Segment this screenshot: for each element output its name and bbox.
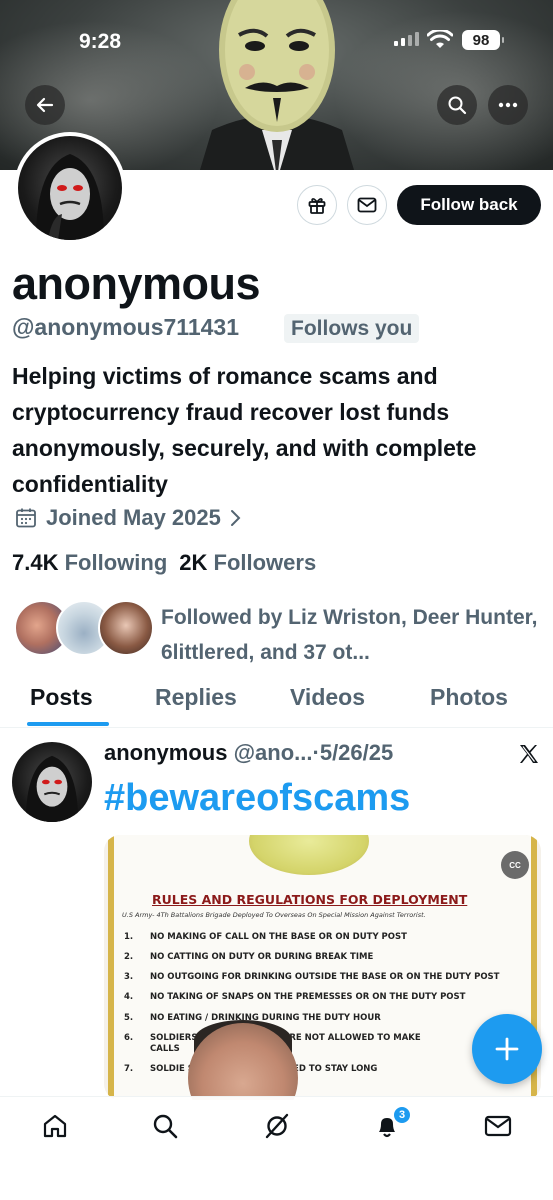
search-icon (448, 96, 467, 115)
media-document-subtitle: U.S Army- 4Th Battalions Brigade Deploye… (122, 911, 426, 919)
profile-tabs: Posts Replies Videos Photos (0, 678, 553, 728)
closed-captions-button[interactable]: CC (501, 851, 529, 879)
profile-avatar[interactable] (14, 132, 126, 244)
joined-date[interactable]: Joined May 2025 (14, 505, 241, 531)
following-label: Following (64, 550, 168, 575)
subscribe-gift-button[interactable] (297, 185, 337, 225)
followers-link[interactable]: 2K Followers (179, 550, 316, 576)
follow-back-button[interactable]: Follow back (397, 185, 541, 225)
post-header: anonymous @ano...·5/26/25 (104, 740, 393, 766)
envelope-icon (357, 197, 377, 213)
hooded-mask-avatar-image (18, 136, 122, 240)
back-button[interactable] (25, 85, 65, 125)
rule-line: 4. NO TAKING OF SNAPS ON THE PREMESSES OR… (124, 992, 466, 1002)
plus-icon (495, 1037, 519, 1061)
follows-you-badge: Follows you (284, 314, 420, 343)
post-separator: · (312, 740, 320, 765)
nav-home[interactable] (40, 1111, 70, 1141)
active-tab-indicator (27, 722, 109, 726)
cellular-signal-icon (394, 32, 419, 46)
post-author-handle[interactable]: @ano... (234, 740, 313, 765)
more-horizontal-icon (498, 102, 518, 108)
search-icon (153, 1114, 178, 1139)
post-author-avatar[interactable] (12, 742, 92, 822)
mutual-avatar (98, 600, 154, 656)
profile-bio: Helping victims of romance scams and cry… (12, 363, 477, 497)
calendar-icon (16, 508, 36, 528)
followers-count: 2K (179, 550, 208, 575)
notifications-badge: 3 (393, 1106, 411, 1124)
profile-handle: @anonymous711431 (12, 314, 239, 340)
followed-by-text: Followed by Liz Wriston, Deer Hunter, 6l… (161, 606, 538, 664)
joined-label: Joined May 2025 (46, 505, 221, 530)
message-button[interactable] (347, 185, 387, 225)
post-author-name[interactable]: anonymous (104, 740, 227, 765)
search-button[interactable] (437, 85, 477, 125)
nav-search[interactable] (150, 1111, 180, 1141)
envelope-icon (484, 1115, 512, 1137)
more-options-button[interactable] (488, 85, 528, 125)
post-hashtag[interactable]: #bewareofscams (104, 777, 410, 820)
battery-icon: 98 (462, 30, 504, 50)
arrow-left-icon (36, 97, 54, 113)
followed-by-row[interactable]: Followed by Liz Wriston, Deer Hunter, 6l… (14, 600, 544, 664)
chevron-right-icon (230, 510, 241, 526)
profile-name: anonymous (12, 258, 261, 309)
following-count: 7.4K (12, 550, 59, 575)
nav-messages[interactable] (483, 1111, 513, 1141)
compose-post-button[interactable] (472, 1014, 542, 1084)
home-icon (43, 1114, 67, 1138)
gift-icon (308, 198, 326, 214)
grok-icon (265, 1113, 289, 1139)
document-frame (108, 835, 537, 1100)
follow-counts: 7.4K Following 2K Followers (12, 550, 316, 576)
tab-videos[interactable]: Videos (290, 684, 365, 711)
wifi-icon (427, 30, 453, 48)
media-document-title: RULES AND REGULATIONS FOR DEPLOYMENT (152, 892, 468, 907)
rule-line: 1. NO MAKING OF CALL ON THE BASE OR ON DU… (124, 932, 407, 942)
rule-line: 3. NO OUTGOING FOR DRINKING OUTSIDE THE B… (124, 972, 500, 982)
followers-label: Followers (213, 550, 317, 575)
post-date[interactable]: 5/26/25 (320, 740, 393, 765)
battery-level: 98 (472, 31, 490, 49)
following-link[interactable]: 7.4K Following (12, 550, 167, 576)
tab-posts[interactable]: Posts (30, 684, 93, 711)
status-bar: 9:28 98 (0, 0, 553, 80)
status-time: 9:28 (79, 30, 122, 53)
tab-replies[interactable]: Replies (155, 684, 237, 711)
rule-line: CALLS (150, 1044, 180, 1054)
nav-grok[interactable] (262, 1111, 292, 1141)
tab-photos[interactable]: Photos (430, 684, 508, 711)
rule-line: 2. NO CATTING ON DUTY OR DURING BREAK TIM… (124, 952, 374, 962)
x-logo-icon (520, 745, 538, 763)
